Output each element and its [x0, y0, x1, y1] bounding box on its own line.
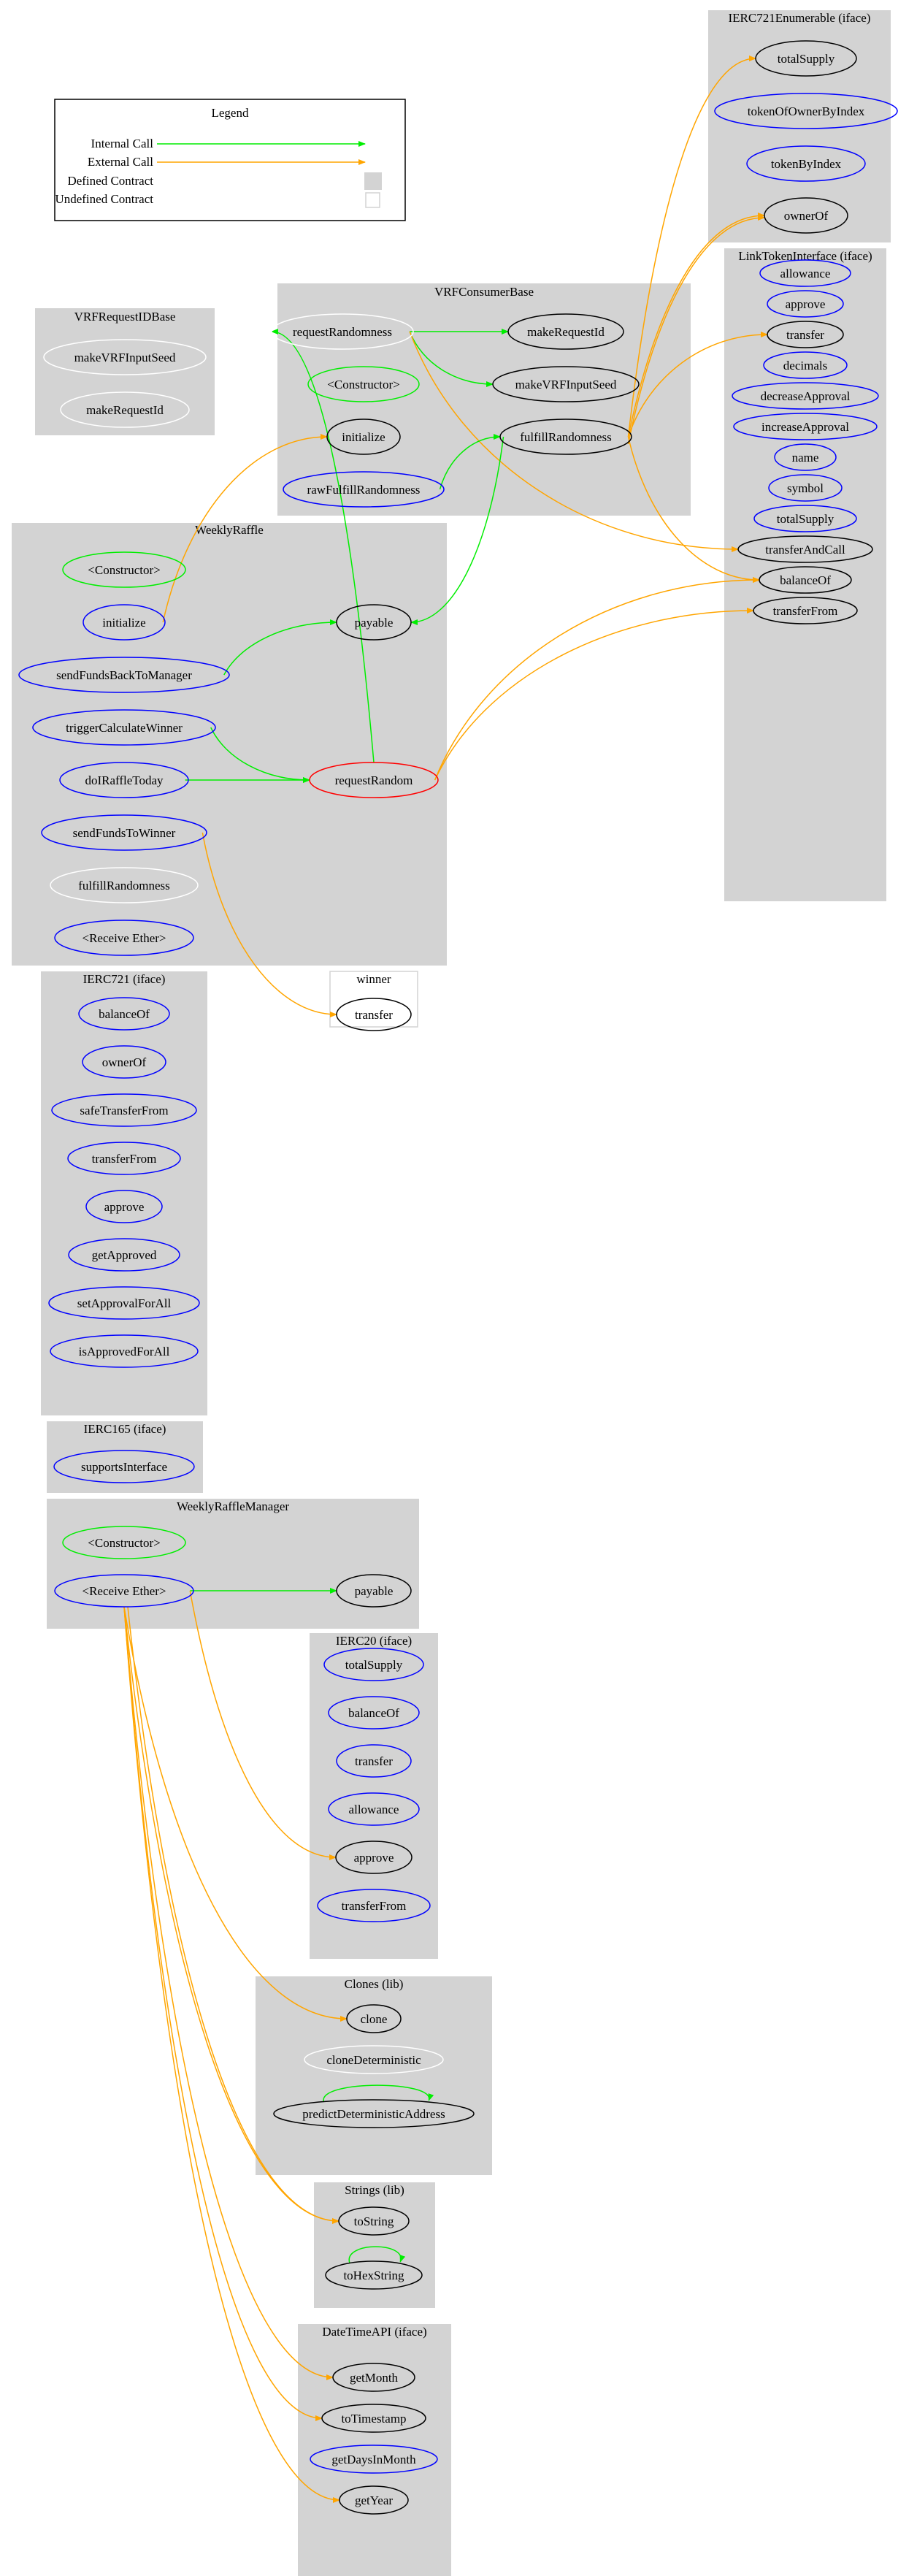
cluster-title-date-time-api: DateTimeAPI (iface)	[322, 2325, 426, 2339]
node-label: supportsInterface	[81, 1460, 167, 1474]
node-label: <Constructor>	[88, 563, 160, 577]
cluster-title-winner: winner	[356, 972, 391, 986]
cluster-title-strings: Strings (lib)	[345, 2183, 404, 2197]
node-label: transferAndCall	[765, 543, 845, 557]
node-label: safeTransferFrom	[80, 1104, 168, 1117]
node-label: balanceOf	[99, 1007, 150, 1021]
external-call-edge	[434, 608, 754, 781]
cluster-title-ierc20: IERC20 (iface)	[336, 1634, 412, 1648]
node-label: approve	[104, 1200, 145, 1214]
node-label: <Receive Ether>	[83, 931, 166, 945]
node-label: doIRaffleToday	[85, 773, 164, 787]
node-label: decimals	[783, 359, 827, 372]
node-label: isApprovedForAll	[79, 1345, 170, 1358]
cluster-ierc721enumerable	[708, 10, 891, 242]
cluster-title-weekly-raffle-manager: WeeklyRaffleManager	[177, 1499, 289, 1513]
node-label: initialize	[102, 616, 145, 630]
legend-label-defined: Defined Contract	[67, 174, 153, 188]
cluster-clones	[256, 1976, 492, 2175]
legend-label-external: External Call	[88, 155, 153, 169]
node-label: requestRandomness	[293, 325, 392, 339]
node-label: symbol	[787, 481, 824, 495]
call-graph: Legend Internal Call External Call Defined …	[12, 10, 898, 2576]
node-label: <Receive Ether>	[83, 1584, 166, 1598]
external-call-edge	[434, 577, 760, 781]
legend-defined-swatch	[364, 172, 382, 190]
cluster-title-ierc165: IERC165 (iface)	[84, 1422, 166, 1436]
node-label: fulfillRandomness	[520, 430, 612, 444]
legend-label-undefined: Undefined Contract	[55, 192, 153, 206]
node-label: predictDeterministicAddress	[302, 2107, 445, 2121]
cluster-title-weekly-raffle: WeeklyRaffle	[195, 523, 264, 537]
node-label: payable	[355, 1584, 394, 1598]
node-label: allowance	[349, 1803, 399, 1816]
node-label: payable	[355, 616, 394, 630]
legend: Legend Internal Call External Call Defined …	[54, 99, 406, 221]
node-label: increaseApproval	[761, 420, 849, 434]
node-label: name	[792, 451, 819, 465]
node-label: totalSupply	[345, 1658, 403, 1672]
clusters: IERC721Enumerable (iface) VRFRequestIDBas…	[12, 10, 891, 2576]
cluster-weekly-raffle-manager	[47, 1499, 419, 1629]
cluster-title-vrfrequest-idbase: VRFRequestIDBase	[74, 310, 176, 324]
node-label: setApprovalForAll	[77, 1296, 172, 1310]
node-label: cloneDeterministic	[326, 2053, 421, 2067]
node-label: toTimestamp	[341, 2412, 406, 2426]
node-label: getMonth	[350, 2371, 399, 2385]
cluster-title-clones: Clones (lib)	[345, 1977, 404, 1991]
node-label: initialize	[342, 430, 385, 444]
node-label: makeRequestId	[527, 325, 605, 339]
node-label: totalSupply	[777, 512, 834, 526]
node-label: transfer	[355, 1008, 393, 1022]
node-label: decreaseApproval	[761, 389, 851, 403]
node-label: transferFrom	[342, 1899, 407, 1913]
node-label: ownerOf	[102, 1055, 147, 1069]
node-label: sendFundsBackToManager	[56, 668, 192, 682]
node-label: approve	[354, 1851, 394, 1865]
legend-undefined-swatch	[365, 192, 380, 208]
node-label: makeVRFInputSeed	[515, 378, 617, 391]
node-label: approve	[786, 297, 826, 311]
node-label: tokenByIndex	[771, 157, 842, 171]
node-label: rawFulfillRandomness	[307, 483, 421, 497]
node-label: tokenOfOwnerByIndex	[748, 104, 865, 118]
node-label: balanceOf	[348, 1706, 399, 1720]
node-label: getDaysInMonth	[331, 2453, 416, 2466]
node-label: transfer	[355, 1754, 393, 1768]
cluster-title-vrfconsumer-base: VRFConsumerBase	[434, 285, 534, 299]
node-label: makeRequestId	[86, 403, 164, 417]
node-label: toString	[354, 2214, 394, 2228]
node-label: fulfillRandomness	[78, 879, 170, 893]
cluster-date-time-api	[298, 2324, 451, 2576]
node-label: balanceOf	[780, 573, 831, 587]
node-label: transferFrom	[92, 1152, 157, 1166]
node-label: ownerOf	[784, 209, 829, 223]
node-label: getApproved	[92, 1248, 157, 1262]
node-label: transfer	[786, 328, 824, 342]
legend-label-internal: Internal Call	[91, 137, 154, 150]
node-label: <Constructor>	[88, 1536, 160, 1550]
cluster-title-link-token-interface: LinkTokenInterface (iface)	[738, 249, 872, 263]
node-label: sendFundsToWinner	[73, 826, 176, 840]
node-label: toHexString	[343, 2269, 404, 2282]
node-label: requestRandom	[335, 773, 413, 787]
node-label: allowance	[780, 267, 831, 280]
node-label: makeVRFInputSeed	[74, 351, 176, 364]
node-label: triggerCalculateWinner	[66, 721, 183, 735]
node-label: clone	[361, 2012, 388, 2026]
cluster-title-ierc721enumerable: IERC721Enumerable (iface)	[729, 11, 871, 25]
node-label: totalSupply	[778, 52, 835, 66]
cluster-title-ierc721: IERC721 (iface)	[83, 972, 166, 986]
node-label: getYear	[355, 2493, 393, 2507]
node-label: transferFrom	[773, 604, 838, 618]
node-label: <Constructor>	[327, 378, 399, 391]
legend-title: Legend	[212, 106, 249, 120]
